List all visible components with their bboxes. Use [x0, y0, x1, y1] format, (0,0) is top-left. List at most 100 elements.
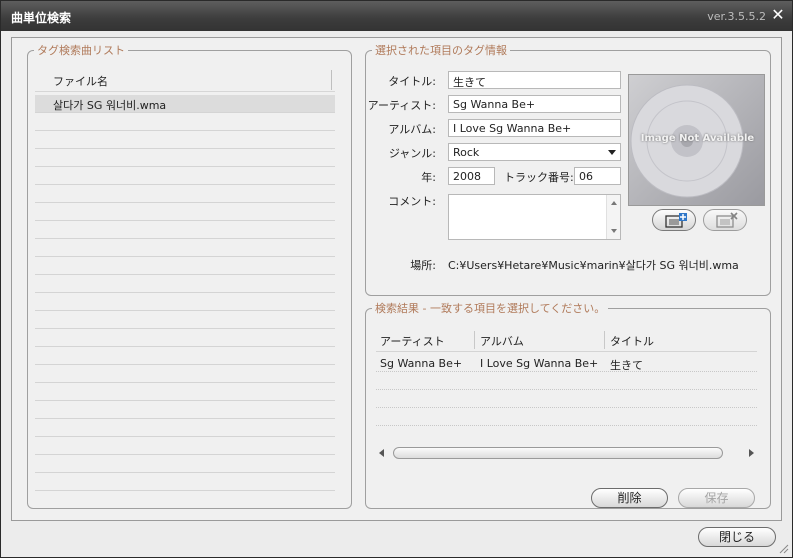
result-row[interactable] — [376, 372, 757, 390]
file-name-cell — [35, 473, 335, 475]
file-name-cell — [35, 419, 335, 421]
title-label: タイトル: — [388, 75, 436, 88]
main-panel: タグ検索曲リスト ファイル名 살다가 SG 워너비.wma 選択された項目のタグ… — [11, 37, 782, 521]
title-field[interactable]: 生きて — [448, 71, 621, 89]
result-row[interactable] — [376, 408, 757, 426]
result-row[interactable]: Sg Wanna Be+ I Love Sg Wanna Be+ 生きて — [376, 354, 757, 372]
results-header: アーティスト アルバム タイトル — [376, 328, 757, 352]
art-placeholder-text: Image Not Available — [640, 133, 755, 144]
file-name-cell — [35, 347, 335, 349]
file-list-row[interactable] — [35, 203, 335, 221]
file-list-row[interactable] — [35, 311, 335, 329]
file-name-cell — [35, 365, 335, 367]
file-name-cell — [35, 185, 335, 187]
file-list-row[interactable]: 살다가 SG 워너비.wma — [35, 95, 335, 113]
scrollbar-thumb[interactable] — [393, 447, 723, 459]
file-name-cell — [35, 203, 335, 205]
file-list-header[interactable]: ファイル名 — [35, 68, 335, 92]
location-label: 場所: — [410, 259, 436, 272]
genre-select[interactable]: Rock — [448, 143, 621, 161]
close-icon[interactable]: ✕ — [770, 7, 786, 23]
scroll-right-icon[interactable] — [749, 449, 754, 457]
file-list-row[interactable] — [35, 347, 335, 365]
file-list-row[interactable] — [35, 275, 335, 293]
file-name-cell: 살다가 SG 워너비.wma — [53, 99, 167, 112]
results-legend: 検索結果 - 一致する項目を選択してください。 — [375, 302, 606, 315]
save-button[interactable]: 保存 — [678, 488, 755, 508]
file-list-row[interactable] — [35, 455, 335, 473]
file-list-group: タグ検索曲リスト ファイル名 살다가 SG 워너비.wma — [27, 42, 352, 509]
file-name-cell — [35, 167, 335, 169]
album-field[interactable]: I Love Sg Wanna Be+ — [448, 119, 621, 137]
file-name-cell — [35, 311, 335, 313]
results-list: Sg Wanna Be+ I Love Sg Wanna Be+ 生きて — [376, 354, 757, 426]
file-name-cell — [35, 293, 335, 295]
file-list-row[interactable] — [35, 221, 335, 239]
window-title: 曲単位検索 — [11, 11, 72, 25]
file-list-row[interactable] — [35, 167, 335, 185]
tag-info-group: 選択された項目のタグ情報 タイトル: 生きて アーティスト: Sg Wanna … — [365, 42, 771, 296]
file-list-row[interactable] — [35, 365, 335, 383]
title-column-header[interactable]: タイトル — [610, 333, 654, 349]
add-picture-icon — [665, 213, 687, 228]
column-separator — [474, 331, 475, 349]
resize-grip-icon[interactable] — [779, 544, 789, 554]
file-name-cell — [35, 455, 335, 457]
file-list-row[interactable] — [35, 401, 335, 419]
album-column-header[interactable]: アルバム — [480, 333, 524, 349]
version-label: ver.3.5.5.2 — [707, 10, 766, 23]
remove-art-button[interactable] — [703, 209, 747, 231]
close-button[interactable]: 閉じる — [698, 527, 776, 547]
delete-button[interactable]: 削除 — [591, 488, 668, 508]
scroll-up-icon[interactable] — [611, 201, 617, 205]
year-field[interactable]: 2008 — [448, 167, 495, 185]
file-name-cell — [35, 437, 335, 439]
file-list-row[interactable] — [35, 257, 335, 275]
file-list-row[interactable] — [35, 437, 335, 455]
comment-label: コメント: — [388, 195, 436, 208]
file-list-legend: タグ検索曲リスト — [37, 44, 125, 57]
album-label: アルバム: — [388, 123, 436, 136]
title-cell: 生きて — [610, 359, 643, 372]
scroll-left-icon[interactable] — [379, 449, 384, 457]
file-list-row[interactable] — [35, 419, 335, 437]
genre-value: Rock — [453, 146, 480, 159]
file-name-cell — [35, 383, 335, 385]
file-list-row[interactable] — [35, 185, 335, 203]
album-cell: I Love Sg Wanna Be+ — [480, 357, 599, 370]
file-name-cell — [35, 131, 335, 133]
results-horizontal-scrollbar[interactable] — [376, 446, 757, 460]
file-list-row[interactable] — [35, 383, 335, 401]
add-art-button[interactable] — [652, 209, 696, 231]
file-list: 살다가 SG 워너비.wma — [35, 95, 335, 491]
file-list-row[interactable] — [35, 473, 335, 491]
column-separator — [604, 331, 605, 349]
year-label: 年: — [421, 171, 436, 184]
artist-field[interactable]: Sg Wanna Be+ — [448, 95, 621, 113]
comment-field[interactable] — [448, 194, 621, 240]
file-name-cell — [35, 275, 335, 277]
file-list-row[interactable] — [35, 149, 335, 167]
artist-cell: Sg Wanna Be+ — [380, 357, 463, 370]
file-name-column-header[interactable]: ファイル名 — [53, 73, 108, 89]
file-list-row[interactable] — [35, 239, 335, 257]
track-field[interactable]: 06 — [574, 167, 621, 185]
file-name-cell — [35, 257, 335, 259]
file-list-row[interactable] — [35, 329, 335, 347]
title-bar[interactable]: 曲単位検索 ver.3.5.5.2 ✕ — [1, 1, 792, 31]
album-art: Image Not Available — [628, 74, 765, 206]
scroll-down-icon[interactable] — [611, 229, 617, 233]
window: 曲単位検索 ver.3.5.5.2 ✕ タグ検索曲リスト ファイル名 살다가 S… — [0, 0, 793, 558]
artist-column-header[interactable]: アーティスト — [380, 333, 445, 349]
file-list-row[interactable] — [35, 293, 335, 311]
results-group: 検索結果 - 一致する項目を選択してください。 アーティスト アルバム タイトル… — [365, 300, 771, 509]
file-name-cell — [35, 149, 335, 151]
file-list-row[interactable] — [35, 113, 335, 131]
chevron-down-icon[interactable] — [608, 150, 616, 155]
file-list-row[interactable] — [35, 131, 335, 149]
file-name-cell — [35, 239, 335, 241]
file-name-cell — [35, 329, 335, 331]
comment-scrollbar[interactable] — [606, 195, 620, 239]
remove-picture-icon — [716, 212, 738, 228]
result-row[interactable] — [376, 390, 757, 408]
